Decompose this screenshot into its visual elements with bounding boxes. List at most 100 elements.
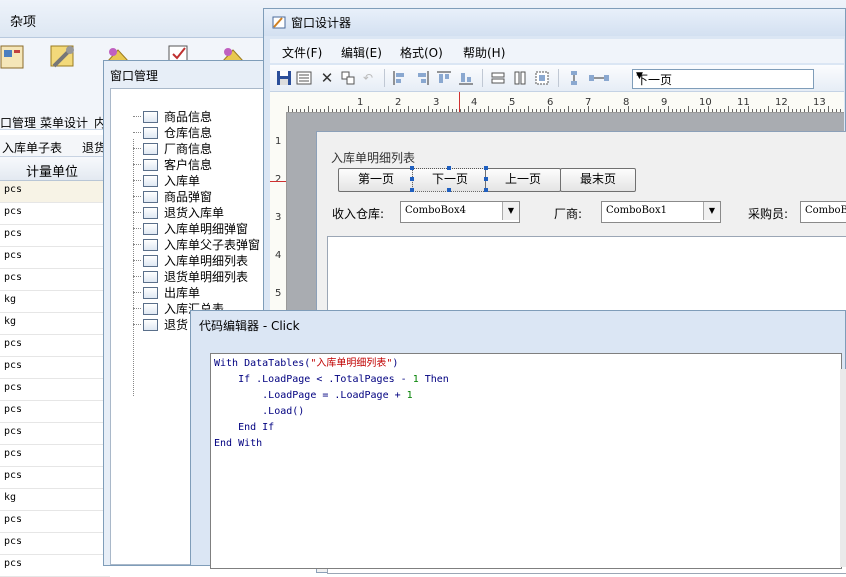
ruler-label: 12 (775, 97, 788, 108)
unit-column: pcs pcs pcs pcs pcs kg kg pcs pcs pcs pcs pcs pcs pcs… (0, 181, 110, 577)
horizontal-spacing-icon[interactable] (588, 70, 610, 86)
ruler-tick (360, 109, 361, 112)
table-row[interactable]: pcs (0, 181, 110, 203)
align-bottom-icon[interactable] (458, 70, 474, 86)
ribbon-label-window-manager[interactable]: 口管理 (0, 114, 36, 131)
unit-cell: pcs (4, 382, 23, 393)
selection-handle[interactable] (484, 177, 488, 181)
table-row[interactable]: pcs (0, 225, 110, 247)
table-row[interactable]: kg (0, 489, 110, 511)
table-row[interactable]: pcs (0, 269, 110, 291)
table-row[interactable]: pcs (0, 335, 110, 357)
window-manager-icon[interactable] (0, 44, 24, 72)
ruler-tick (584, 109, 585, 112)
tree-item[interactable]: 厂商信息 (143, 140, 212, 156)
warehouse-combo[interactable]: ComboBox4 ▼ (400, 201, 520, 223)
chevron-down-icon[interactable]: ▼ (502, 202, 519, 220)
menu-edit[interactable]: 编辑(E) (341, 44, 382, 61)
menu-help[interactable]: 帮助(H) (463, 44, 505, 61)
table-row[interactable]: pcs (0, 511, 110, 533)
align-top-icon[interactable] (436, 70, 452, 86)
tree-item[interactable]: 仓库信息 (143, 124, 212, 140)
unit-cell: pcs (4, 426, 23, 437)
ruler-label: 2 (395, 97, 402, 108)
code-line[interactable]: If .LoadPage < .TotalPages - 1 Then (214, 372, 449, 388)
selection-handle[interactable] (410, 166, 414, 170)
tree-item[interactable]: 客户信息 (143, 156, 212, 172)
table-row[interactable]: pcs (0, 467, 110, 489)
table-row[interactable]: pcs (0, 401, 110, 423)
prev-page-button[interactable]: 上一页 (485, 168, 561, 192)
ruler-tick (668, 106, 669, 112)
tree-item[interactable]: 退货入库单 (143, 204, 224, 220)
table-row[interactable]: pcs (0, 555, 110, 577)
selection-handle[interactable] (410, 188, 414, 192)
ruler-tick (720, 109, 721, 112)
ruler-tick (496, 109, 497, 112)
code-line[interactable]: .LoadPage = .LoadPage + 1 (214, 388, 449, 404)
vendor-label: 厂商: (554, 207, 583, 221)
selection-handle[interactable] (447, 166, 451, 170)
ruler-tick (352, 109, 353, 112)
tree-item[interactable]: 出库单 (143, 284, 200, 300)
table-row[interactable]: pcs (0, 247, 110, 269)
tree-item[interactable]: 入库单父子表弹窗 (143, 236, 260, 252)
code-line[interactable]: .Load() (214, 404, 449, 420)
ruler-tick (424, 109, 425, 112)
table-row[interactable]: pcs (0, 379, 110, 401)
table-row[interactable]: pcs (0, 445, 110, 467)
tree-item[interactable]: 入库单 (143, 172, 200, 188)
selection-handle[interactable] (484, 188, 488, 192)
buyer-combo[interactable]: ComboBo (800, 201, 846, 223)
table-row[interactable]: pcs (0, 203, 110, 225)
tree-item[interactable]: 退货单明细列表 (143, 268, 248, 284)
tree-item[interactable]: 入库单明细列表 (143, 252, 248, 268)
vertical-spacing-icon[interactable] (566, 70, 582, 86)
control-select[interactable]: 下一页 ▼ (632, 69, 814, 89)
vendor-combo[interactable]: ComboBox1 ▼ (601, 201, 721, 223)
table-row[interactable]: pcs (0, 533, 110, 555)
code-scrollbar[interactable] (840, 369, 846, 567)
tab-inbound-detail[interactable]: 入库单子表 (2, 139, 62, 156)
selection-handle[interactable] (447, 188, 451, 192)
first-page-button[interactable]: 第一页 (338, 168, 414, 192)
tree-item[interactable]: 商品信息 (143, 108, 212, 124)
menu-format[interactable]: 格式(O) (400, 44, 443, 61)
menu-file[interactable]: 文件(F) (282, 44, 322, 61)
code-text-area[interactable]: With DataTables("入库单明细列表") If .LoadPage … (210, 353, 842, 569)
copy-icon[interactable] (340, 70, 356, 86)
tree-item[interactable]: 退货 (143, 316, 188, 332)
ruler-tick (336, 109, 337, 112)
same-size-icon[interactable] (534, 70, 550, 86)
ruler-tick (736, 109, 737, 112)
save-icon[interactable] (276, 70, 292, 86)
ruler-tick (380, 109, 381, 112)
menu-design-icon[interactable] (48, 42, 78, 72)
chevron-down-icon[interactable]: ▼ (636, 71, 811, 81)
chevron-down-icon[interactable]: ▼ (703, 202, 720, 220)
align-right-icon[interactable] (414, 70, 430, 86)
table-row[interactable]: pcs (0, 423, 110, 445)
tree-item[interactable]: 入库单明细弹窗 (143, 220, 248, 236)
table-row[interactable]: pcs (0, 357, 110, 379)
code-text[interactable]: With DataTables("入库单明细列表") If .LoadPage … (214, 356, 449, 452)
ruler-tick (372, 109, 373, 112)
align-left-icon[interactable] (392, 70, 408, 86)
code-line[interactable]: End If (214, 420, 449, 436)
unit-column-header[interactable]: 计量单位 (0, 157, 110, 181)
code-line[interactable]: With DataTables("入库单明细列表") (214, 356, 449, 372)
delete-icon[interactable]: ✕ (319, 70, 335, 86)
tree-item[interactable]: 商品弹窗 (143, 188, 212, 204)
selection-handle[interactable] (410, 177, 414, 181)
tree-item-label: 商品弹窗 (164, 190, 213, 204)
last-page-button[interactable]: 最末页 (560, 168, 636, 192)
same-height-icon[interactable] (512, 70, 528, 86)
same-width-icon[interactable] (490, 70, 506, 86)
properties-icon[interactable] (296, 70, 312, 86)
table-row[interactable]: kg (0, 313, 110, 335)
code-line[interactable]: End With (214, 436, 449, 452)
ruler-tick (680, 109, 681, 112)
selection-handle[interactable] (484, 166, 488, 170)
ribbon-label-menu-design[interactable]: 菜单设计 (40, 114, 88, 131)
table-row[interactable]: kg (0, 291, 110, 313)
